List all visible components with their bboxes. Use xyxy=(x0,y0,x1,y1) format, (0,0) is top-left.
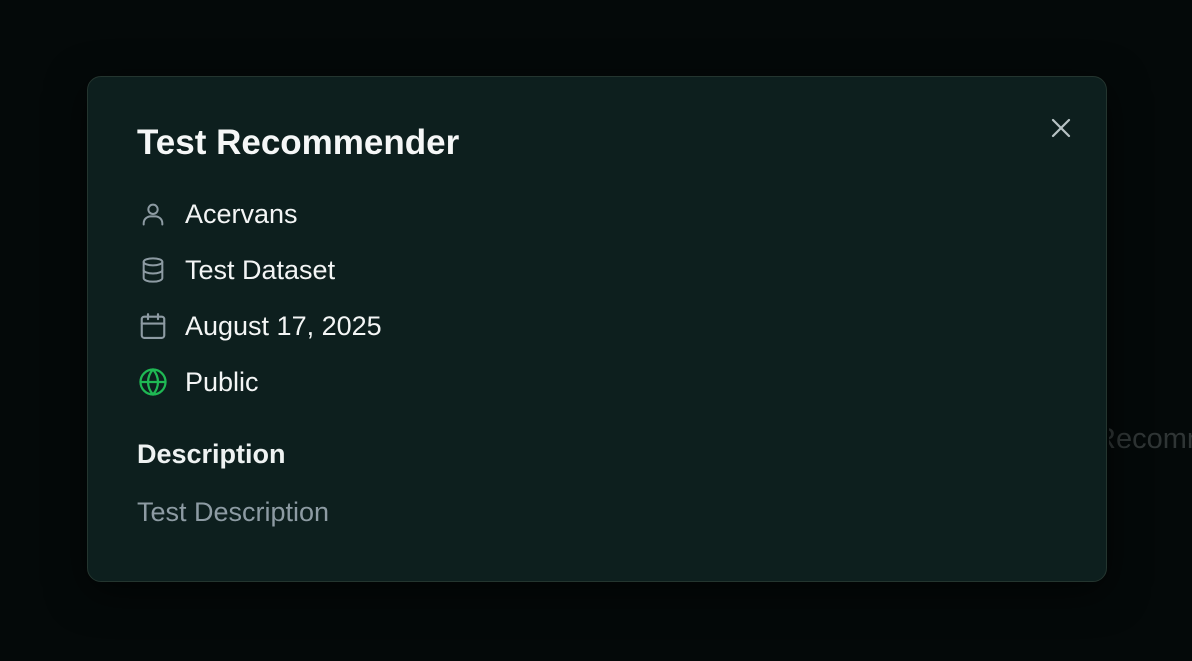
user-icon xyxy=(137,198,169,230)
globe-icon xyxy=(137,366,169,398)
dataset-name: Test Dataset xyxy=(185,255,336,285)
owner-name: Acervans xyxy=(185,199,298,229)
owner-row: Acervans xyxy=(137,198,298,230)
date-row: August 17, 2025 xyxy=(137,310,382,342)
created-date: August 17, 2025 xyxy=(185,311,382,341)
close-icon xyxy=(1051,118,1071,138)
calendar-icon xyxy=(137,310,169,342)
recommender-details-modal: Test Recommender Acervans Test Dataset A… xyxy=(87,76,1107,582)
description-text: Test Description xyxy=(137,497,330,527)
description-heading: Description xyxy=(137,439,286,469)
close-button[interactable] xyxy=(1046,113,1076,143)
modal-title: Test Recommender xyxy=(137,123,460,162)
database-icon xyxy=(137,254,169,286)
visibility-row: Public xyxy=(137,366,259,398)
visibility-status: Public xyxy=(185,367,259,397)
dataset-row: Test Dataset xyxy=(137,254,335,286)
background-card-title: Recommender xyxy=(1109,423,1192,455)
